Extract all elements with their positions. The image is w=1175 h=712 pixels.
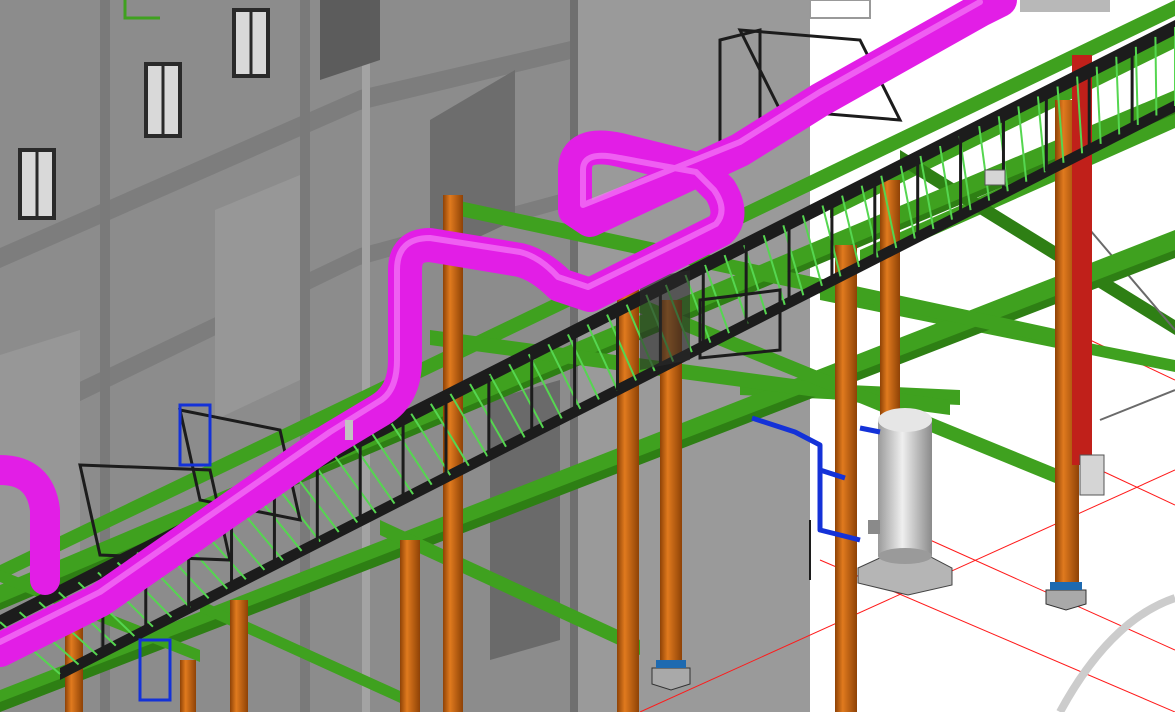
steel-column: [617, 285, 639, 712]
window: [18, 148, 56, 220]
bim-3d-scene[interactable]: [0, 0, 1175, 712]
tank-top-head: [878, 408, 932, 432]
tank-nozzle: [868, 520, 880, 534]
facade-pilaster: [362, 0, 370, 712]
wall-opening: [215, 175, 300, 420]
column-base-plate: [1050, 582, 1082, 590]
model-viewport[interactable]: [0, 0, 1175, 712]
vertical-tank: [857, 408, 953, 596]
column-base-plate: [656, 660, 686, 668]
steel-column: [835, 245, 857, 712]
steel-column: [180, 660, 196, 712]
steel-column: [400, 540, 420, 712]
window: [144, 62, 182, 138]
tank-bottom-head: [878, 548, 932, 564]
steel-column: [230, 600, 248, 712]
facade-pilaster: [300, 0, 310, 712]
ground-arc: [1056, 594, 1175, 712]
window: [232, 8, 270, 78]
pipe-support: [345, 420, 353, 440]
tray-rung: [1154, 36, 1158, 116]
tank-shell: [878, 420, 932, 556]
